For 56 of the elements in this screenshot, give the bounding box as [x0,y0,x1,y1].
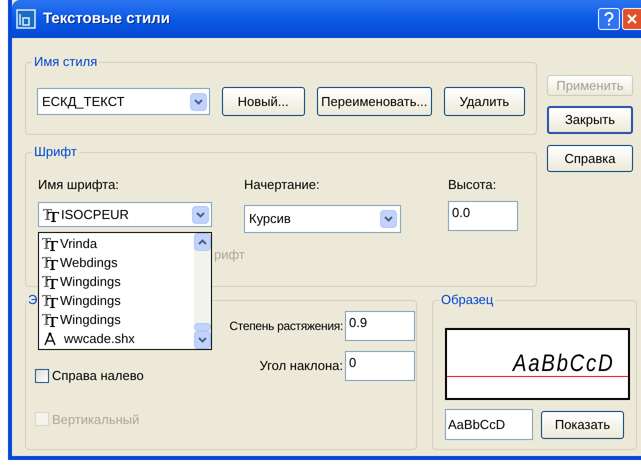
truetype-icon [42,256,58,270]
preview-sample: AaBbCcD [512,350,614,378]
button[interactable]: Закрыть [547,106,633,134]
chevron-up-icon [198,239,207,245]
style-name-dropdown[interactable]: ЕСКД_ТЕКСТ [37,88,210,115]
field-label: Высота: [448,176,498,194]
truetype-icon [42,236,58,250]
close-icon [626,13,638,25]
sample-text-field[interactable]: AaBbCcD [445,409,533,440]
oblique-angle-field[interactable]: 0 [345,351,415,381]
width-factor-field[interactable]: 0.9 [345,311,415,341]
font-list-item[interactable]: Wingdings [42,291,194,310]
truetype-icon [42,312,58,326]
font-list-item[interactable]: Vrinda [42,234,194,253]
group-title: Шрифт [32,144,79,160]
field-label: Имя шрифта: [38,176,120,194]
dropdown-button[interactable] [190,92,206,110]
font-list-item[interactable]: Wingdings [42,272,194,291]
button[interactable]: Справка [547,145,633,172]
dropdown-button[interactable] [192,206,209,224]
height-field[interactable]: 0.0 [448,201,518,231]
truetype-icon [43,208,59,222]
group-title: Образец [439,292,496,308]
close-button[interactable] [622,8,641,30]
truetype-icon [42,274,58,288]
scrollbar[interactable] [194,233,211,349]
app-icon [16,9,36,29]
chevron-down-icon [196,212,205,218]
field-label: Начертание: [244,176,321,194]
font-name-dropdown[interactable]: ISOCPEUR [38,202,212,227]
checkbox[interactable] [35,368,49,383]
window-title: Текстовые стили [43,8,170,29]
font-style-dropdown[interactable]: Курсив [244,205,401,233]
chevron-down-icon [384,216,393,222]
help-button[interactable] [598,8,620,30]
chevron-down-icon [194,98,202,104]
truetype-icon [42,294,58,308]
button[interactable]: Переименовать... [316,87,432,116]
compass-icon [42,332,58,346]
field-label: Степень растяжения: [229,318,343,335]
font-list-item[interactable]: Webdings [42,253,194,272]
button[interactable]: Новый... [222,87,305,116]
scroll-thumb[interactable] [194,323,211,331]
question-mark-icon [604,12,614,26]
dropdown-button[interactable] [380,210,397,228]
scroll-up-button[interactable] [194,233,211,251]
checkbox-label: Вертикальный [52,410,140,429]
button[interactable]: Показать [541,410,624,438]
font-list-item[interactable]: wwcade.shx [42,329,194,348]
chevron-down-icon [198,337,207,343]
checkbox-label: Справа налево [52,367,144,385]
field-label: Угол наклона: [260,357,343,376]
font-list-item[interactable]: Wingdings [42,310,194,329]
checkbox-label: рифт [214,247,245,262]
dropdown-button[interactable] [194,331,211,349]
button[interactable]: Удалить [444,87,526,116]
